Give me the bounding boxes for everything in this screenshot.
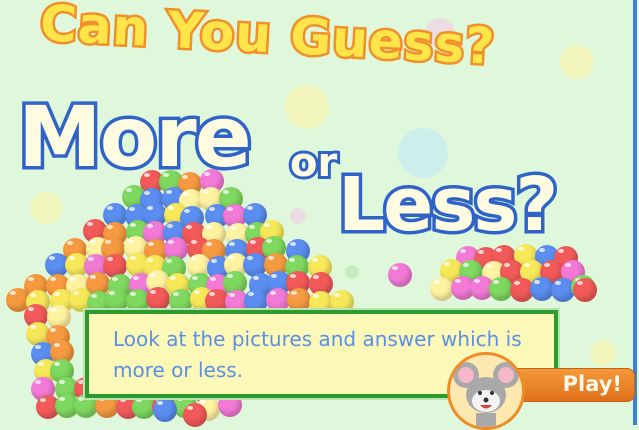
play-label: Play! xyxy=(562,372,622,396)
ball xyxy=(153,398,177,422)
title-or: or xyxy=(287,137,340,189)
title-more: More xyxy=(15,85,256,190)
ball xyxy=(573,278,597,302)
ball xyxy=(146,287,171,312)
ball xyxy=(529,276,554,301)
bubble xyxy=(560,45,594,79)
ball xyxy=(183,403,207,427)
bubble xyxy=(590,340,616,366)
frame-edge xyxy=(633,0,637,425)
bubble xyxy=(290,208,306,224)
ball xyxy=(287,287,312,312)
title-can-you-guess: Can You Guess? xyxy=(36,0,499,78)
title-less: Less? xyxy=(334,159,561,252)
mouse-mascot-icon[interactable] xyxy=(447,352,525,430)
bubble xyxy=(285,85,329,129)
bubble xyxy=(30,192,62,224)
bubble xyxy=(345,265,359,279)
ball xyxy=(388,263,412,287)
